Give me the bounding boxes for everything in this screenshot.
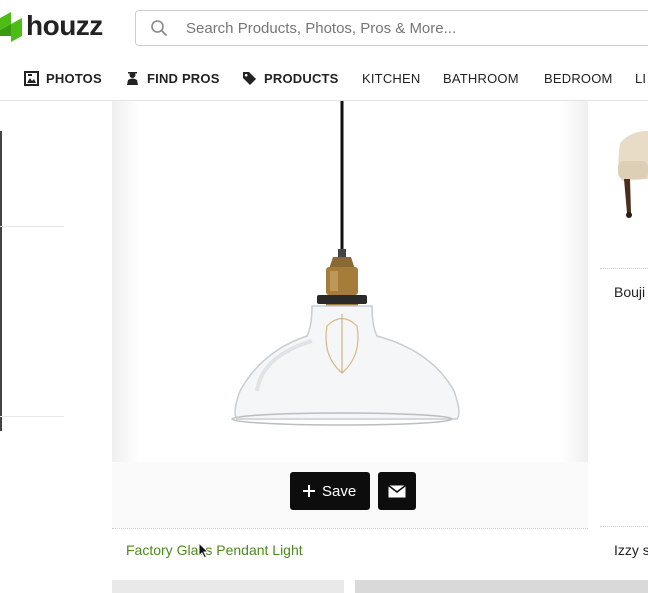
nav-bathroom[interactable]: BATHROOM	[443, 57, 519, 100]
logo-wordmark: houzz	[26, 10, 103, 41]
nav-living-label: LI	[635, 71, 647, 86]
nav-find-pros[interactable]: FIND PROS	[125, 57, 220, 100]
left-card-strip	[0, 101, 64, 593]
main-nav: PHOTOS FIND PROS PRODUCTS KITCHEN BATHRO…	[0, 57, 648, 101]
product-card[interactable]: Save	[112, 101, 588, 528]
card-divider	[112, 528, 588, 529]
pro-icon	[127, 72, 138, 85]
nav-photos-label: PHOTOS	[46, 71, 102, 86]
right-divider	[600, 526, 648, 527]
search-input[interactable]	[184, 18, 628, 38]
left-divider	[0, 416, 64, 417]
right-divider	[600, 268, 648, 269]
card-actions: Save	[290, 472, 417, 510]
mouse-cursor-icon	[198, 542, 210, 559]
houzz-logo-icon	[0, 12, 22, 42]
nav-find-pros-label: FIND PROS	[147, 71, 220, 86]
right-product-card[interactable]: Bouji Izzy s	[600, 101, 648, 593]
nav-bedroom-label: BEDROOM	[544, 71, 613, 86]
next-card-image[interactable]	[112, 580, 344, 593]
photo-shadow-right	[560, 101, 588, 462]
left-divider	[0, 226, 64, 227]
email-button[interactable]	[378, 472, 417, 510]
photos-icon	[24, 71, 39, 86]
search-icon	[151, 20, 167, 36]
armchair-image	[618, 131, 648, 218]
nav-bedroom[interactable]: BEDROOM	[544, 57, 613, 100]
nav-photos[interactable]: PHOTOS	[24, 57, 102, 100]
search-bar[interactable]	[135, 10, 648, 46]
nav-products-label: PRODUCTS	[264, 71, 339, 86]
save-button[interactable]: Save	[290, 472, 371, 510]
right-item-title[interactable]: Izzy s	[614, 542, 648, 558]
pendant-light-image	[231, 101, 460, 426]
product-photo[interactable]	[112, 101, 588, 462]
site-header: houzz	[0, 0, 648, 57]
plus-icon	[303, 485, 315, 497]
nav-living[interactable]: LI	[635, 57, 646, 100]
nav-bathroom-label: BATHROOM	[443, 71, 519, 86]
houzz-logo[interactable]: houzz	[0, 8, 103, 44]
left-card-edge	[0, 131, 2, 431]
nav-products[interactable]: PRODUCTS	[242, 57, 339, 100]
save-button-label: Save	[322, 482, 357, 500]
tag-icon	[243, 72, 256, 85]
nav-kitchen[interactable]: KITCHEN	[362, 57, 420, 100]
right-item-title[interactable]: Bouji	[614, 284, 645, 300]
next-card-image[interactable]	[355, 580, 648, 593]
product-title-link[interactable]: Factory Glass Pendant Light	[126, 542, 303, 558]
photo-shadow-left	[112, 101, 140, 462]
nav-kitchen-label: KITCHEN	[362, 71, 421, 86]
envelope-icon	[388, 484, 407, 497]
